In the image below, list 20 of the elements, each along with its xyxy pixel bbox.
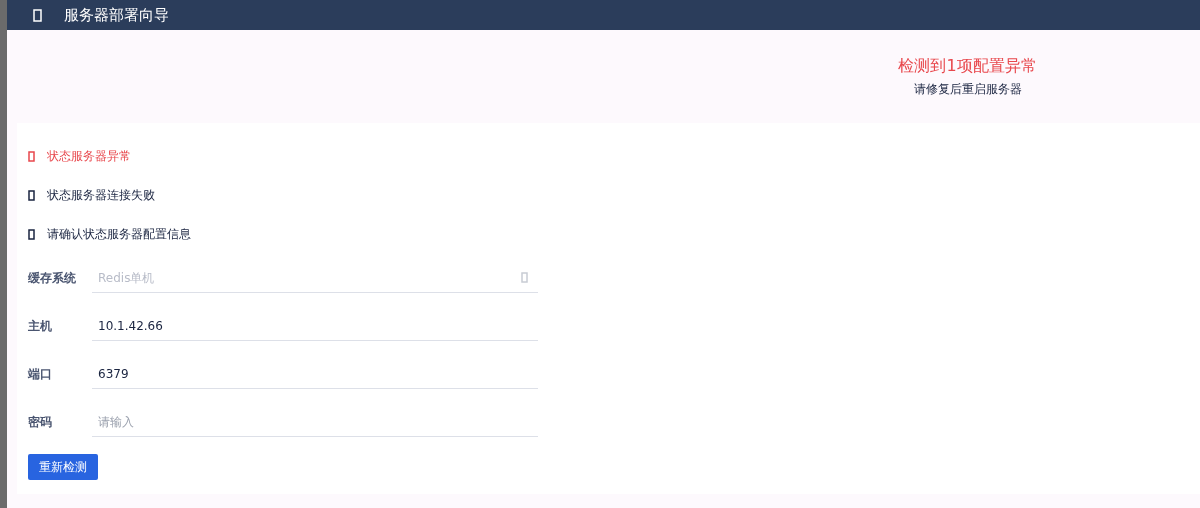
recheck-button[interactable]: 重新检测 <box>28 454 98 480</box>
field-label: 缓存系统 <box>28 269 77 287</box>
error-icon <box>28 151 35 162</box>
message-text: 状态服务器异常 <box>47 148 131 165</box>
error-headline: 检测到1项配置异常 <box>898 55 1037 77</box>
message-text: 状态服务器连接失败 <box>47 187 155 204</box>
app-title: 服务器部署向导 <box>64 5 169 25</box>
field-label: 密码 <box>28 413 53 431</box>
field-label: 端口 <box>28 365 53 383</box>
select-field[interactable]: Redis单机 <box>92 263 538 293</box>
dropdown-icon <box>521 272 528 283</box>
info-icon <box>28 190 35 201</box>
error-hint: 请修复后重启服务器 <box>913 80 1022 98</box>
app-icon <box>33 8 42 22</box>
input-field[interactable]: 6379 <box>92 359 538 389</box>
input-field[interactable]: 10.1.42.66 <box>92 311 538 341</box>
message-text: 请确认状态服务器配置信息 <box>47 226 191 243</box>
info-icon <box>28 229 35 240</box>
field-label: 主机 <box>28 317 53 335</box>
input-field[interactable]: 请输入 <box>92 407 538 437</box>
